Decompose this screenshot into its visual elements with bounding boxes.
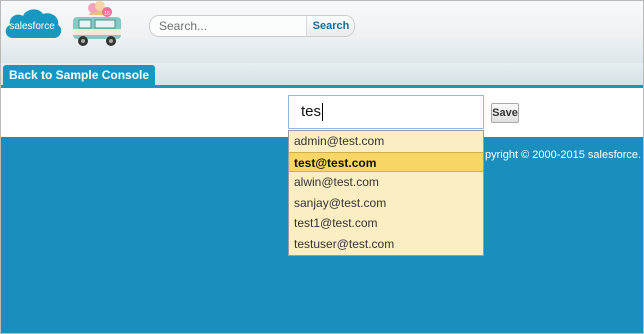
suggestion-item[interactable]: admin@test.com [289, 131, 483, 152]
suggestion-item[interactable]: alwin@test.com [289, 172, 483, 193]
search-button[interactable]: Search [306, 16, 354, 36]
suggestion-list: admin@test.com test@test.com alwin@test.… [288, 130, 484, 256]
logo-text: salesforce [9, 21, 55, 32]
input-value: tes [301, 103, 322, 120]
suggestion-item[interactable]: testuser@test.com [289, 234, 483, 255]
save-button[interactable]: Save [491, 103, 519, 123]
text-cursor [322, 103, 324, 122]
ice-cream-truck-icon: 15 [67, 1, 127, 51]
tab-bar: Back to Sample Console [1, 63, 643, 88]
svg-text:15: 15 [104, 11, 110, 17]
suggestion-item-highlighted[interactable]: test@test.com [289, 151, 483, 173]
header-search: Search [149, 15, 355, 37]
cloud-logo-icon: salesforce [5, 9, 62, 39]
suggestion-item[interactable]: sanjay@test.com [289, 193, 483, 214]
search-input[interactable] [150, 16, 304, 36]
suggestion-item[interactable]: test1@test.com [289, 213, 483, 234]
copyright-text: pyright © 2000-2015 salesforce. [485, 149, 642, 161]
tab-back-to-sample-console[interactable]: Back to Sample Console [3, 65, 156, 85]
header: salesforce 15 Search [1, 1, 643, 63]
autocomplete-input[interactable]: tes [288, 95, 484, 129]
salesforce-logo[interactable]: salesforce [3, 4, 63, 46]
app-frame: salesforce 15 Search Back to Sam [0, 0, 644, 334]
